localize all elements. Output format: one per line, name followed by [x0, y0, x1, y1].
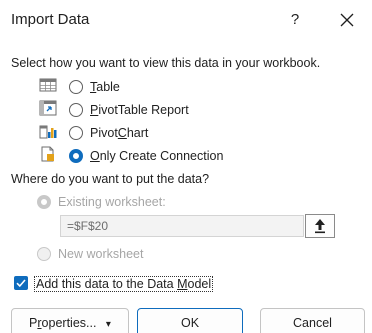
existing-worksheet-option[interactable]: Existing worksheet:: [37, 193, 166, 211]
existing-worksheet-label: Existing worksheet:: [58, 195, 166, 209]
cancel-button[interactable]: Cancel: [260, 308, 365, 333]
import-data-dialog: Import Data ? Select how you want to vie…: [0, 0, 372, 333]
new-worksheet-label: New worksheet: [58, 247, 144, 261]
location-reference-input[interactable]: =$F$20: [60, 215, 304, 237]
close-icon: [340, 13, 354, 27]
existing-worksheet-radio[interactable]: [37, 195, 51, 209]
data-model-label: Add this data to the Data Model: [34, 276, 214, 292]
table-radio-label: Table: [90, 80, 120, 94]
properties-button[interactable]: Properties... ▾: [11, 308, 129, 333]
pivottable-radio[interactable]: [69, 103, 83, 117]
table-radio[interactable]: [69, 80, 83, 94]
location-prompt: Where do you want to put the data?: [11, 172, 210, 186]
chevron-down-icon: ▾: [105, 319, 111, 330]
up-arrow-icon: [315, 219, 325, 234]
connection-radio-option[interactable]: Only Create Connection: [69, 147, 223, 165]
close-button[interactable]: [334, 7, 360, 33]
table-radio-option[interactable]: Table: [69, 78, 120, 96]
new-worksheet-radio[interactable]: [37, 247, 51, 261]
view-prompt: Select how you want to view this data in…: [11, 56, 321, 70]
collapse-dialog-button[interactable]: [305, 214, 335, 238]
pivotchart-radio-option[interactable]: PivotChart: [69, 124, 148, 142]
new-worksheet-option[interactable]: New worksheet: [37, 245, 143, 263]
pivottable-radio-label: PivotTable Report: [90, 103, 189, 117]
checkmark-icon: [16, 279, 26, 288]
connection-radio-label: Only Create Connection: [90, 149, 224, 163]
connection-radio[interactable]: [69, 149, 83, 163]
table-icon: [39, 78, 57, 92]
dialog-title: Import Data: [11, 11, 90, 28]
connection-icon: [41, 146, 54, 162]
help-button[interactable]: ?: [282, 7, 308, 33]
data-model-checkbox[interactable]: [14, 276, 28, 290]
pivotchart-radio-label: PivotChart: [90, 126, 149, 140]
ok-button[interactable]: OK: [137, 308, 243, 333]
pivotchart-radio[interactable]: [69, 126, 83, 140]
pivottable-icon: [39, 100, 57, 116]
pivottable-radio-option[interactable]: PivotTable Report: [69, 101, 189, 119]
title-bar: Import Data ?: [0, 0, 372, 38]
pivotchart-icon: [39, 125, 57, 139]
